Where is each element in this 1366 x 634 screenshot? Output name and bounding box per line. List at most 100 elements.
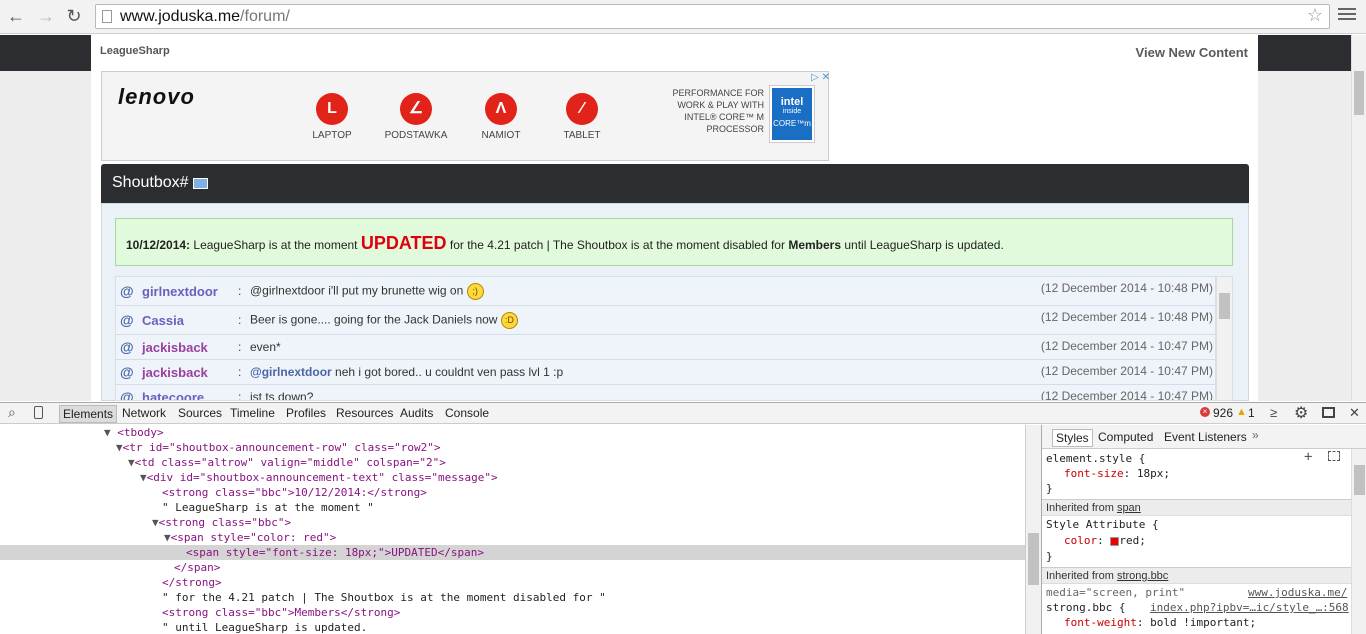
dom-text: <span style="color: red"> [170,531,337,544]
more-tabs-icon[interactable]: » [1252,428,1259,442]
element-style-selector[interactable]: element.style { [1046,451,1145,467]
shoutbox-header: Shoutbox# [101,164,1249,203]
shout-user[interactable]: jackisback [142,340,208,355]
dom-text: </strong> [162,576,222,589]
tab-sources[interactable]: Sources [178,406,222,420]
ad-item-namiot[interactable]: Λ [485,93,517,125]
shout-user[interactable]: hatecoore [142,390,204,400]
view-new-content-link[interactable]: View New Content [1136,45,1248,60]
ad-label-tablet: TABLET [563,130,601,141]
ad-item-tablet[interactable]: ⁄ [566,93,598,125]
dom-node[interactable]: ▼<span style="color: red"> [164,530,336,545]
dom-node[interactable]: ▼<div id="shoutbox-announcement-text" cl… [140,470,498,485]
tab-profiles[interactable]: Profiles [286,406,326,420]
tab-timeline[interactable]: Timeline [230,406,275,420]
dom-node[interactable]: ▼<strong class="bbc"> [152,515,291,530]
tab-resources[interactable]: Resources [336,406,393,420]
style-declaration[interactable]: color: red; [1064,533,1146,549]
inherited-from-strong-header: Inherited from strong.bbc [1042,567,1352,584]
styles-panel: Styles Computed Event Listeners » + elem… [1041,425,1366,634]
shout-message: @girlnextdoor i'll put my brunette wig o… [250,283,464,298]
dom-node[interactable]: <strong class="bbc">10/12/2014:</strong> [162,485,427,500]
rule-selector[interactable]: strong.bbc { [1046,600,1125,616]
dom-node[interactable]: ▼ <tbody> [104,425,164,440]
device-mode-icon[interactable] [34,406,43,419]
advertisement-banner[interactable]: lenovo L LAPTOP ∠ PODSTAWKA Λ NAMIOT ⁄ T… [101,71,830,161]
reply-icon[interactable]: @ [120,312,134,328]
reply-icon[interactable]: @ [120,283,134,299]
ad-item-laptop[interactable]: L [316,93,348,125]
shout-user[interactable]: girlnextdoor [142,284,218,299]
prop-value: red; [1119,534,1146,547]
rule-source-link[interactable]: index.php?ipbv=…ic/style_…:568 [1150,600,1349,616]
rule-close: } [1046,550,1053,563]
media-source-link[interactable]: www.joduska.me/ [1248,585,1347,601]
styles-scroll-thumb[interactable] [1354,465,1365,495]
tab-styles[interactable]: Styles [1052,429,1093,447]
page-scroll-thumb[interactable] [1354,71,1364,115]
drawer-icon[interactable]: ≥ [1270,405,1277,420]
shout-list: @ girlnextdoor : @girlnextdoor i'll put … [115,276,1216,401]
settings-gear-icon[interactable]: ⚙ [1294,403,1308,423]
shout-user[interactable]: Cassia [142,313,184,328]
dom-node[interactable]: </strong> [162,575,222,590]
shout-user[interactable]: jackisback [142,365,208,380]
shout-message-wrap: @girlnextdoor i'll put my brunette wig o… [250,283,484,300]
error-count[interactable]: 926 [1213,406,1233,420]
forward-icon[interactable]: → [36,6,56,26]
tab-elements[interactable]: Elements [59,405,118,423]
stand-icon: ∠ [400,93,432,125]
menu-icon[interactable] [1338,8,1356,22]
dom-scroll-thumb[interactable] [1028,533,1039,585]
toggle-state-icon[interactable] [1328,451,1340,461]
address-bar[interactable]: www.joduska.me/forum/ ☆ [95,4,1330,29]
popup-window-icon[interactable] [193,178,208,189]
shout-scroll-thumb[interactable] [1219,293,1230,319]
dom-node[interactable]: <strong class="bbc">Members</strong> [162,605,400,620]
back-icon[interactable]: ← [6,6,26,26]
shout-scrollbar[interactable] [1216,276,1233,401]
ad-item-podstawka[interactable]: ∠ [400,93,432,125]
dom-node[interactable]: </span> [174,560,220,575]
add-rule-icon[interactable]: + [1304,449,1312,465]
reply-icon[interactable]: @ [120,389,134,400]
inherited-label: Inherited from [1046,570,1114,582]
tab-console[interactable]: Console [445,406,489,420]
dom-node[interactable]: ▼<tr id="shoutbox-announcement-row" clas… [116,440,441,455]
url-text[interactable]: www.joduska.me/forum/ [120,8,290,26]
error-icon[interactable]: × [1200,407,1210,417]
shout-colon: : [238,365,242,379]
brand-link[interactable]: LeagueSharp [100,45,170,57]
dom-text-node[interactable]: " until LeagueSharp is updated. [162,620,367,634]
reply-icon[interactable]: @ [120,364,134,380]
dom-node[interactable]: ▼<td class="altrow" valign="middle" cols… [128,455,446,470]
warning-count[interactable]: 1 [1248,406,1255,420]
dom-node-selected[interactable]: <span style="font-size: 18px;">UPDATED</… [186,545,484,560]
dom-text-node[interactable]: " LeagueSharp is at the moment " [162,500,374,515]
reload-icon[interactable]: ↻ [64,6,84,26]
page-scrollbar[interactable] [1351,35,1366,401]
tab-computed[interactable]: Computed [1098,430,1153,444]
inherited-span-link[interactable]: span [1117,502,1141,514]
close-devtools-icon[interactable]: ✕ [1349,405,1360,421]
styles-scrollbar[interactable] [1351,449,1366,634]
devtools-toolbar: ⌕ Elements Network Sources Timeline Prof… [0,402,1366,424]
shout-mention[interactable]: @girlnextdoor [250,365,332,379]
reply-icon[interactable]: @ [120,339,134,355]
ad-label-namiot: NAMIOT [481,130,521,141]
bookmark-star-icon[interactable]: ☆ [1307,5,1323,26]
style-attribute-selector[interactable]: Style Attribute { [1046,517,1159,533]
style-declaration[interactable]: font-weight: bold !important; [1064,615,1256,631]
adchoices-icon[interactable]: ▷ ✕ [798,72,830,86]
dom-scrollbar[interactable] [1025,425,1041,634]
warning-icon[interactable]: ▲ [1236,406,1247,418]
inspect-search-icon[interactable]: ⌕ [8,404,16,421]
style-declaration[interactable]: font-size: 18px; [1064,466,1170,482]
inherited-strong-link[interactable]: strong.bbc [1117,570,1168,582]
tab-audits[interactable]: Audits [400,406,433,420]
dom-text-node[interactable]: " for the 4.21 patch | The Shoutbox is a… [162,590,606,605]
tab-network[interactable]: Network [122,406,166,420]
tab-event-listeners[interactable]: Event Listeners [1164,430,1247,444]
dock-icon[interactable] [1322,407,1335,418]
dom-text: <tr id="shoutbox-announcement-row" class… [122,441,441,454]
